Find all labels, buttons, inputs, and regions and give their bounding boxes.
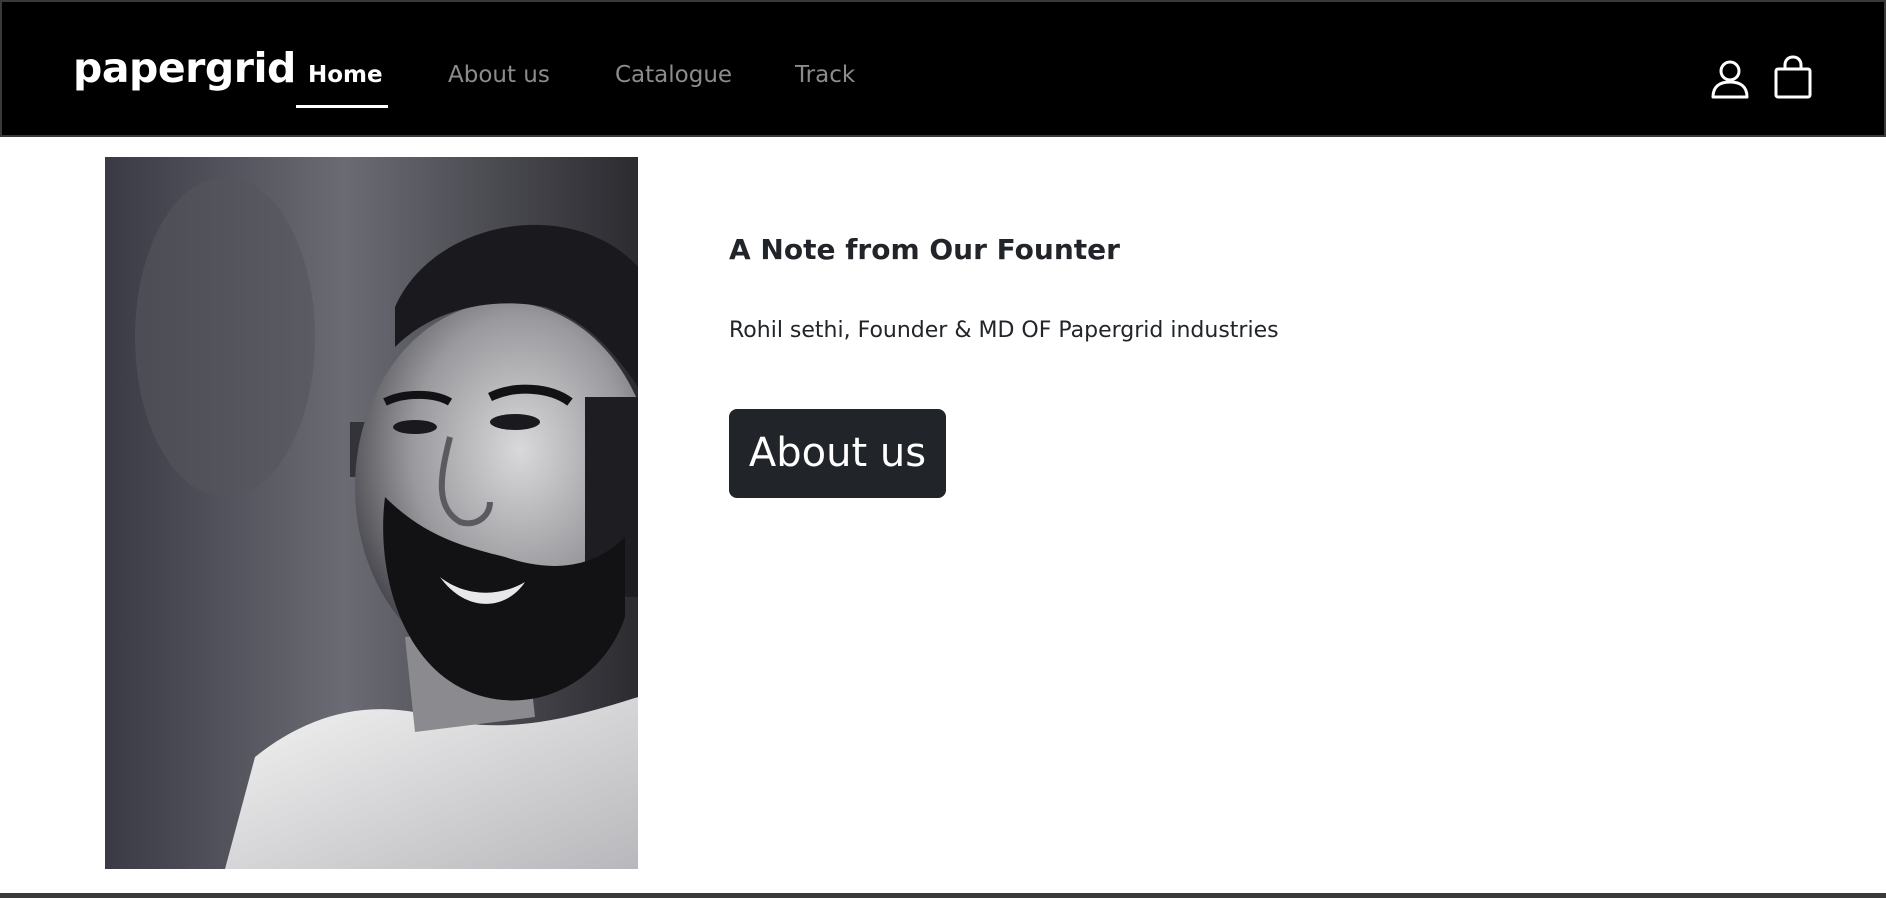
founder-subtitle: Rohil sethi, Founder & MD OF Papergrid i…	[729, 318, 1279, 343]
founder-portrait	[105, 157, 638, 869]
founder-note-title: A Note from Our Founter	[729, 233, 1120, 266]
nav-home-link[interactable]: Home	[308, 64, 383, 87]
nav-active-indicator	[296, 105, 388, 108]
nav-catalogue-link[interactable]: Catalogue	[615, 64, 732, 87]
brand-logo[interactable]: papergrid	[73, 48, 296, 89]
about-us-button[interactable]: About us	[729, 409, 946, 498]
nav-about-link[interactable]: About us	[448, 64, 550, 87]
page: papergrid Home About us Catalogue Track	[0, 0, 1886, 893]
navbar: papergrid Home About us Catalogue Track	[0, 0, 1886, 137]
user-icon[interactable]	[1710, 59, 1750, 103]
nav-track-link[interactable]: Track	[795, 64, 855, 87]
shopping-bag-icon[interactable]	[1773, 55, 1813, 103]
